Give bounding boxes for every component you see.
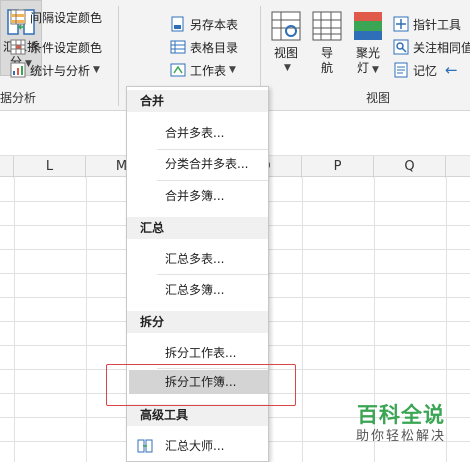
grid-line (14, 178, 15, 462)
stats-icon (10, 62, 26, 78)
grid-line (86, 178, 87, 462)
menu-header-advanced-tools: 高级工具 (127, 404, 268, 426)
view-group-label: 视图 (366, 91, 391, 105)
worksheet-button[interactable]: 工作表 ▼ (170, 59, 236, 81)
column-header-p[interactable]: P (302, 156, 374, 178)
focus-same-value-button[interactable]: 关注相同值 (393, 36, 470, 58)
spotlight-label-line1: 聚光 (355, 46, 380, 60)
stats-analysis-button[interactable]: 统计与分析 ▼ (10, 59, 100, 81)
memory-button[interactable]: 记忆 (393, 59, 437, 81)
menu-item-split-workbook[interactable]: 拆分工作簿... (129, 370, 268, 394)
worksheet-icon (170, 62, 186, 78)
stats-analysis-label: 统计与分析 (30, 63, 91, 78)
column-header-l[interactable]: L (14, 156, 86, 178)
menu-item-summary-master[interactable]: 汇总大师... (127, 434, 268, 458)
menu-item-summary-master-label: 汇总大师... (165, 439, 225, 453)
menu-header-summary: 汇总 (127, 217, 268, 239)
menu-header-split: 拆分 (127, 311, 268, 333)
menu-divider (157, 274, 268, 275)
spotlight-label-line2: 灯 ▼ (357, 61, 379, 75)
menu-divider (157, 180, 268, 181)
watermark: 百科全说 助你轻松解决 (346, 402, 456, 446)
save-sheet-button[interactable]: 另存本表 (170, 13, 238, 35)
menu-item-summary-sheets[interactable]: 汇总多表... (127, 247, 268, 271)
navigation-button[interactable]: 导 航 (311, 10, 343, 76)
menu-divider (157, 368, 268, 369)
menu-item-merge-workbooks[interactable]: 合并多簿... (127, 184, 268, 208)
menu-item-summary-workbooks[interactable]: 汇总多簿... (127, 278, 268, 302)
spotlight-button[interactable]: 聚光 灯 ▼ (350, 10, 386, 78)
view-label: 视图 (273, 46, 298, 60)
table-directory-button[interactable]: 表格目录 (170, 36, 238, 58)
save-sheet-label: 另存本表 (190, 17, 239, 32)
menu-header-merge: 合并 (127, 90, 268, 112)
interval-color-label: 间隔设定颜色 (30, 10, 103, 25)
summary-split-menu: 合并 合并多表... 分类合并多表... 合并多簿... 汇总 汇总多表... … (126, 86, 269, 462)
chevron-down-icon: ▼ (93, 65, 100, 75)
navigation-icon (311, 10, 343, 42)
navigation-label-line2: 航 (320, 61, 333, 75)
menu-item-category-merge[interactable]: 分类合并多表... (127, 152, 268, 176)
menu-divider (157, 149, 268, 150)
chevron-down-icon: ▼ (284, 63, 291, 73)
back-arrow-icon[interactable]: ← (445, 59, 458, 81)
table-directory-icon (170, 39, 186, 55)
worksheet-label: 工作表 (190, 63, 227, 78)
view-button[interactable]: 视图 ▼ (268, 10, 304, 76)
chevron-down-icon: ▼ (229, 65, 236, 75)
column-header-q[interactable]: Q (374, 156, 446, 178)
summary-master-icon (137, 438, 153, 454)
data-analysis-group-label: 据分析 (0, 91, 37, 105)
pointer-tool-label: 指针工具 (413, 17, 462, 32)
spotlight-icon (352, 10, 384, 42)
pointer-tool-button[interactable]: 指针工具 (393, 13, 461, 35)
view-grid-icon (270, 10, 302, 42)
menu-item-merge-sheets[interactable]: 合并多表... (127, 121, 268, 145)
menu-item-split-worksheet[interactable]: 拆分工作表... (127, 341, 268, 365)
watermark-title: 百科全说 (357, 403, 445, 427)
grid-line (302, 178, 303, 462)
condition-color-label: 条件设定颜色 (30, 40, 103, 55)
memory-icon (393, 62, 409, 78)
navigation-label-line1: 导 (320, 46, 333, 60)
focus-icon (393, 39, 409, 55)
focus-same-value-label: 关注相同值 (413, 40, 470, 55)
condition-grid-icon (10, 39, 26, 55)
ribbon-separator (118, 6, 119, 106)
grid-color-icon (10, 9, 26, 25)
condition-color-button[interactable]: 条件设定颜色 (10, 36, 102, 58)
pointer-icon (393, 16, 409, 32)
column-header-corner (0, 156, 14, 178)
table-directory-label: 表格目录 (190, 40, 239, 55)
interval-color-button[interactable]: 间隔设定颜色 (10, 6, 102, 28)
memory-label: 记忆 (413, 63, 438, 78)
save-sheet-icon (170, 16, 186, 32)
watermark-subtitle: 助你轻松解决 (355, 429, 446, 444)
